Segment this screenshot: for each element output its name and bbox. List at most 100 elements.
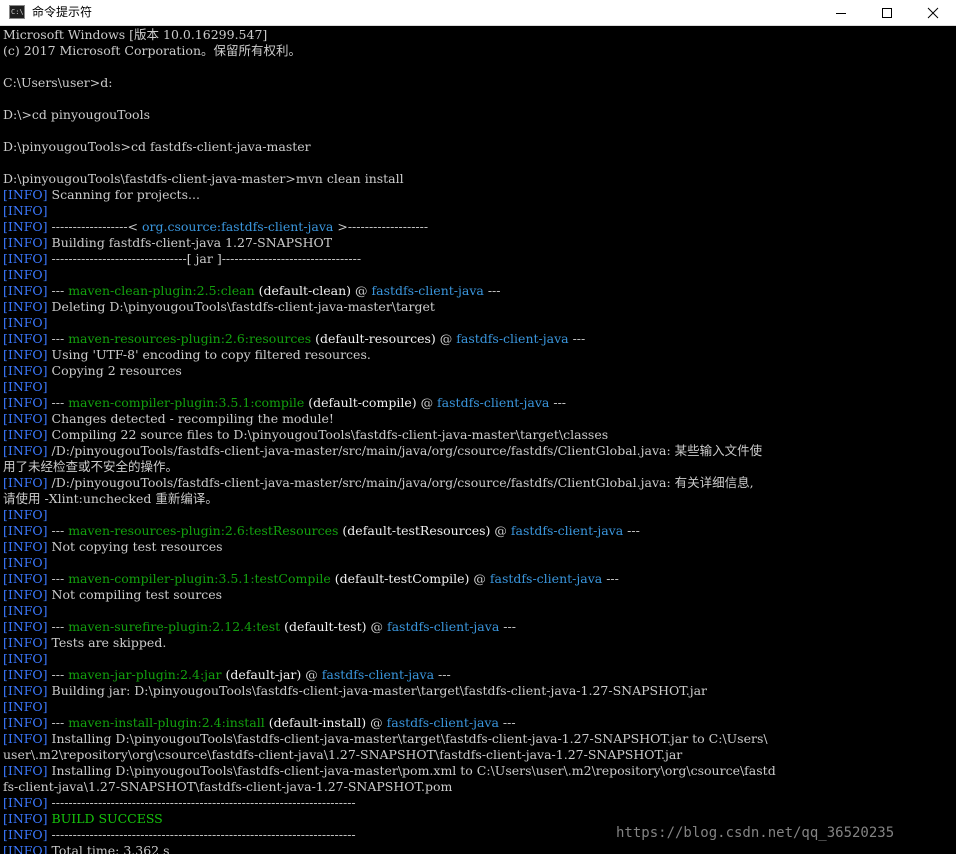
maximize-button[interactable] <box>864 0 910 25</box>
log-level-tag: [INFO] <box>3 363 48 378</box>
console-line: 请使用 -Xlint:unchecked 重新编译。 <box>3 491 218 507</box>
console-text: Total time: 3.362 s <box>47 843 170 854</box>
console-line: [INFO] --- maven-compiler-plugin:3.5.1:t… <box>3 571 619 587</box>
log-level-tag: [INFO] <box>3 635 48 650</box>
console-line: [INFO] --- maven-jar-plugin:2.4:jar (def… <box>3 667 451 683</box>
command-prompt-icon: C:\ <box>9 5 25 19</box>
console-text: ----------------------------------------… <box>47 795 356 810</box>
console-line: [INFO] Installing D:\pinyougouTools\fast… <box>3 731 768 747</box>
log-level-tag: [INFO] <box>3 379 48 394</box>
console-line: [INFO] --- maven-resources-plugin:2.6:re… <box>3 331 585 347</box>
console-line: [INFO] /D:/pinyougouTools/fastdfs-client… <box>3 475 754 491</box>
console-line: 用了未经检查或不安全的操作。 <box>3 459 178 475</box>
watermark: https://blog.csdn.net/qq_36520235 <box>616 825 895 841</box>
console-line: [INFO] --- maven-resources-plugin:2.6:te… <box>3 523 640 539</box>
log-level-tag: [INFO] <box>3 395 48 410</box>
console-line: D:\>cd pinyougouTools <box>3 107 150 123</box>
log-level-tag: [INFO] <box>3 571 48 586</box>
console-text: @ <box>490 523 511 538</box>
console-text: Building fastdfs-client-java 1.27-SNAPSH… <box>47 235 333 250</box>
console-line: [INFO] Not compiling test sources <box>3 587 222 603</box>
console-line: Microsoft Windows [版本 10.0.16299.547] <box>3 27 267 43</box>
console-text: Compiling 22 source files to D:\pinyougo… <box>47 427 609 442</box>
close-icon <box>927 7 939 18</box>
log-level-tag: [INFO] <box>3 795 48 810</box>
console-text: (default-testCompile) <box>330 571 470 586</box>
console-text: maven-surefire-plugin:2.12.4:test <box>68 619 281 634</box>
console-text: Not compiling test sources <box>47 587 223 602</box>
console-text: Tests are skipped. <box>47 635 167 650</box>
console-line: C:\Users\user>d: <box>3 75 112 91</box>
console-line: [INFO] BUILD SUCCESS <box>3 811 163 827</box>
console-line: [INFO] Total time: 3.362 s <box>3 843 170 854</box>
console-text: maven-compiler-plugin:3.5.1:testCompile <box>68 571 331 586</box>
console-text: user\.m2\repository\org\csource\fastdfs-… <box>3 747 683 762</box>
console-line: [INFO] Using 'UTF-8' encoding to copy fi… <box>3 347 371 363</box>
console-line: [INFO] ---------------------------------… <box>3 827 356 843</box>
console-text: @ <box>435 331 457 346</box>
log-level-tag: [INFO] <box>3 523 48 538</box>
console-text: D:\pinyougouTools>cd fastdfs-client-java… <box>3 139 311 154</box>
window-title: 命令提示符 <box>32 5 93 19</box>
console-text: fastdfs-client-java <box>386 715 499 730</box>
console-output[interactable]: Microsoft Windows [版本 10.0.16299.547] (c)… <box>0 26 956 854</box>
log-level-tag: [INFO] <box>3 219 48 234</box>
console-text: --- <box>47 331 69 346</box>
console-text: (default-test) <box>280 619 367 634</box>
console-text: fs-client-java\1.27-SNAPSHOT\fastdfs-cli… <box>3 779 453 794</box>
log-level-tag: [INFO] <box>3 827 48 842</box>
console-text: ------------------< <box>47 219 143 234</box>
console-line: (c) 2017 Microsoft Corporation。保留所有权利。 <box>3 43 301 59</box>
console-text: @ <box>301 667 322 682</box>
console-text: --- <box>47 667 69 682</box>
console-line: [INFO] <box>3 555 48 571</box>
console-text: --- <box>549 395 567 410</box>
console-text: --- <box>47 395 69 410</box>
console-line: [INFO] Building fastdfs-client-java 1.27… <box>3 235 332 251</box>
console-text: @ <box>469 571 490 586</box>
console-line: [INFO] Installing D:\pinyougouTools\fast… <box>3 763 776 779</box>
console-text: D:\pinyougouTools\fastdfs-client-java-ma… <box>3 171 404 186</box>
console-line: [INFO] <box>3 603 48 619</box>
console-text: /D:/pinyougouTools/fastdfs-client-java-m… <box>47 443 763 458</box>
console-line: [INFO] --- maven-clean-plugin:2.5:clean … <box>3 283 501 299</box>
console-text: 请使用 -Xlint:unchecked 重新编译。 <box>3 491 218 506</box>
console-line: [INFO] --- maven-compiler-plugin:3.5.1:c… <box>3 395 566 411</box>
minimize-button[interactable] <box>818 0 864 25</box>
log-level-tag: [INFO] <box>3 539 48 554</box>
console-text: Installing D:\pinyougouTools\fastdfs-cli… <box>47 763 776 778</box>
console-text: (default-jar) <box>221 667 302 682</box>
console-text: >------------------- <box>333 219 429 234</box>
log-level-tag: [INFO] <box>3 843 48 854</box>
console-line: [INFO] Scanning for projects... <box>3 187 200 203</box>
console-line: fs-client-java\1.27-SNAPSHOT\fastdfs-cli… <box>3 779 452 795</box>
minimize-icon <box>836 12 846 14</box>
log-level-tag: [INFO] <box>3 315 48 330</box>
console-text: --- <box>483 283 501 298</box>
log-level-tag: [INFO] <box>3 299 48 314</box>
log-level-tag: [INFO] <box>3 443 48 458</box>
console-text: --- <box>47 523 69 538</box>
console-text: Scanning for projects... <box>47 187 200 202</box>
console-text: maven-jar-plugin:2.4:jar <box>68 667 222 682</box>
console-text: Microsoft Windows [版本 10.0.16299.547] <box>3 27 268 42</box>
title-bar[interactable]: C:\ 命令提示符 <box>0 0 956 26</box>
console-text: --- <box>47 283 69 298</box>
console-line: [INFO] <box>3 315 48 331</box>
log-level-tag: [INFO] <box>3 651 48 666</box>
console-line: [INFO] Building jar: D:\pinyougouTools\f… <box>3 683 707 699</box>
log-level-tag: [INFO] <box>3 283 48 298</box>
console-line: [INFO] Tests are skipped. <box>3 635 166 651</box>
close-button[interactable] <box>910 0 956 25</box>
console-text: Building jar: D:\pinyougouTools\fastdfs-… <box>47 683 708 698</box>
console-text: (default-testResources) <box>338 523 491 538</box>
log-level-tag: [INFO] <box>3 555 48 570</box>
console-line: [INFO] <box>3 507 48 523</box>
console-text: maven-compiler-plugin:3.5.1:compile <box>68 395 305 410</box>
console-line: [INFO] ------------------< org.csource:f… <box>3 219 428 235</box>
console-line: [INFO] <box>3 699 48 715</box>
maximize-icon <box>882 7 892 18</box>
console-text: D:\>cd pinyougouTools <box>3 107 150 122</box>
console-line: D:\pinyougouTools\fastdfs-client-java-ma… <box>3 171 404 187</box>
console-line: [INFO] --- maven-surefire-plugin:2.12.4:… <box>3 619 516 635</box>
